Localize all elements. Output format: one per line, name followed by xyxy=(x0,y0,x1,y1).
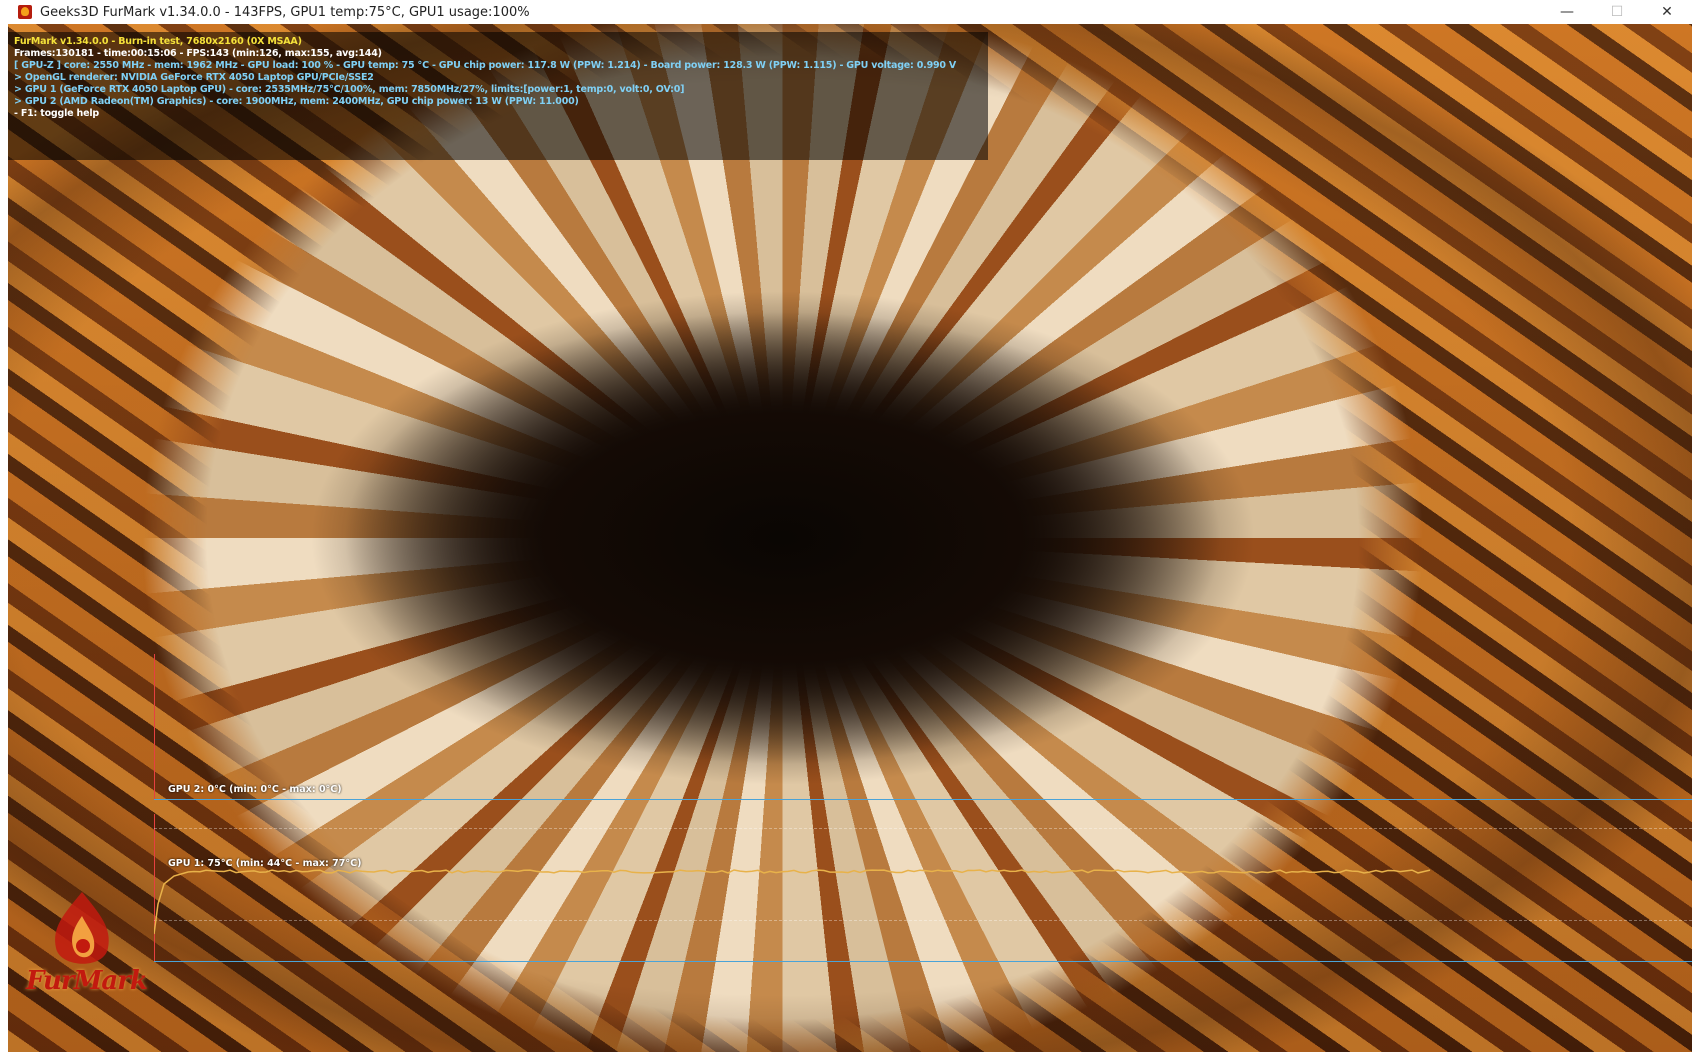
osd-line-title: FurMark v1.34.0.0 - Burn-in test, 7680x2… xyxy=(14,36,302,47)
gpu2-graph-label: GPU 2: 0°C (min: 0°C - max: 0°C) xyxy=(168,784,342,795)
osd-line-gpu1: > GPU 1 (GeForce RTX 4050 Laptop GPU) - … xyxy=(14,84,685,95)
furmark-logo-text: FurMark xyxy=(26,966,148,996)
furmark-app-icon xyxy=(18,5,32,19)
osd-line-frames: Frames:130181 - time:00:15:06 - FPS:143 … xyxy=(14,48,382,59)
osd-line-gpuz: [ GPU-Z ] core: 2550 MHz - mem: 1962 MHz… xyxy=(14,60,957,71)
osd-line-renderer: > OpenGL renderer: NVIDIA GeForce RTX 40… xyxy=(14,72,374,83)
gpu1-temp-graph: GPU 1: 75°C (min: 44°C - max: 77°C) xyxy=(154,814,1692,962)
minimize-button[interactable]: — xyxy=(1542,0,1592,24)
furmark-logo: FurMark xyxy=(22,886,148,996)
render-viewport[interactable]: FurMark v1.34.0.0 - Burn-in test, 7680x2… xyxy=(8,24,1692,1052)
osd-line-gpu2: > GPU 2 (AMD Radeon(TM) Graphics) - core… xyxy=(14,96,579,107)
close-button[interactable]: ✕ xyxy=(1642,0,1692,24)
osd-panel: FurMark v1.34.0.0 - Burn-in test, 7680x2… xyxy=(8,32,988,160)
title-bar: Geeks3D FurMark v1.34.0.0 - 143FPS, GPU1… xyxy=(0,0,1692,24)
gpu2-temp-graph: GPU 2: 0°C (min: 0°C - max: 0°C) xyxy=(154,654,1692,800)
gpu2-graph-y-axis xyxy=(154,654,155,800)
gpu2-graph-x-axis xyxy=(154,799,1692,800)
flame-icon xyxy=(55,892,109,964)
maximize-button[interactable]: ☐ xyxy=(1592,0,1642,24)
gpu1-temp-line xyxy=(154,869,1431,935)
osd-line-help: - F1: toggle help xyxy=(14,108,99,119)
window-title: Geeks3D FurMark v1.34.0.0 - 143FPS, GPU1… xyxy=(40,4,530,20)
window-controls: — ☐ ✕ xyxy=(1542,0,1692,24)
